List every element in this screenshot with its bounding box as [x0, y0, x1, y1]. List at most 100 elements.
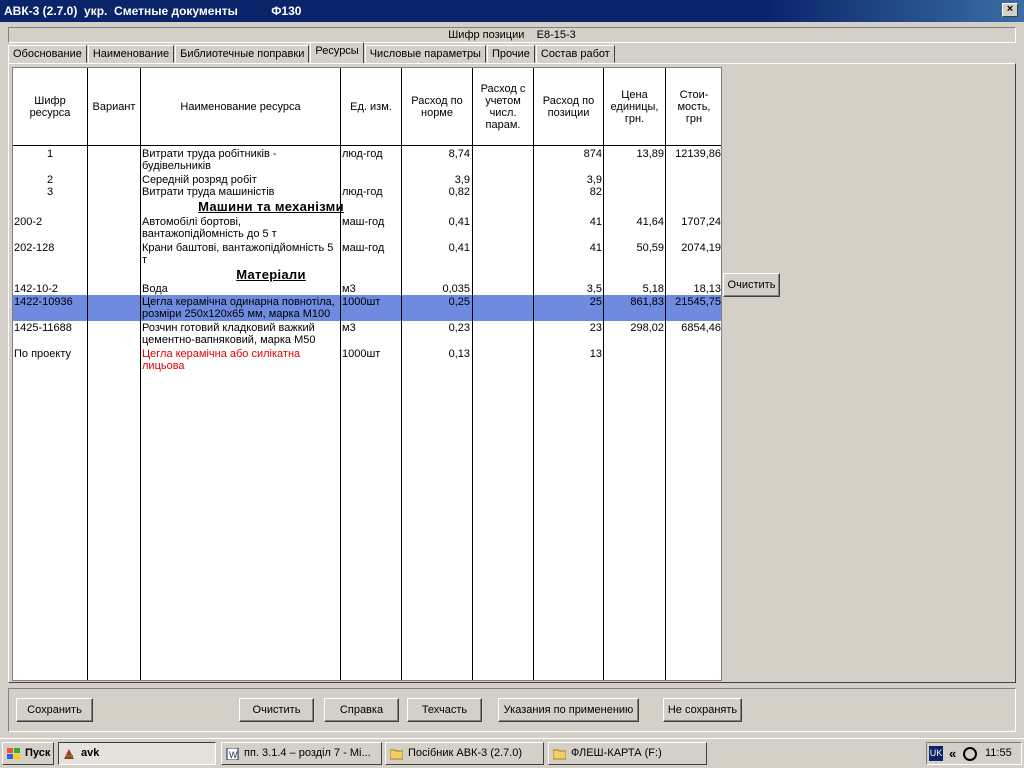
row-position: 13	[589, 348, 602, 360]
row-code: 1422-10936	[14, 296, 73, 308]
taskbar-item-label: пп. 3.1.4 – розділ 7 - Мі...	[244, 747, 371, 759]
table-row[interactable]: 200-2 Автомобілі бортові, вантажопідйомн…	[13, 216, 721, 240]
table-row[interactable]: 202-128 Крани баштові, вантажопідйомніст…	[13, 242, 721, 266]
title-bar: АВК-3 (2.7.0) укр. Сметные документы Ф13…	[0, 0, 1024, 22]
clear-row-button[interactable]: Очистить	[723, 273, 780, 297]
section-materials: Матеріали	[236, 267, 306, 282]
table-row-selected[interactable]: 1422-10936 Цегла керамічна одинарна повн…	[13, 296, 721, 320]
table-row[interactable]: 1425-11688 Розчин готовий кладковий важк…	[13, 322, 721, 346]
row-position: 3,9	[586, 174, 602, 186]
header-per-position[interactable]: Расход по позиции	[534, 68, 603, 146]
header-variant[interactable]: Вариант	[88, 68, 140, 146]
tab-justification[interactable]: Обоснование	[8, 45, 87, 63]
header-unit[interactable]: Ед. изм.	[341, 68, 401, 146]
row-name: Цегла керамічна або силікатна лицьова	[142, 348, 301, 372]
clock-time[interactable]: 11:55	[985, 743, 1012, 764]
row-code: 200-2	[14, 216, 43, 228]
tab-name[interactable]: Наименование	[87, 45, 175, 63]
save-button[interactable]: Сохранить	[16, 698, 93, 722]
start-button[interactable]: Пуск	[2, 742, 54, 765]
row-price: 50,59	[636, 242, 664, 254]
row-unit: маш-год	[342, 242, 385, 254]
tab-resources[interactable]: Ресурсы	[310, 42, 364, 63]
avk-app-icon	[63, 747, 76, 759]
help-button[interactable]: Справка	[324, 698, 399, 722]
word-document-icon: W	[226, 747, 239, 761]
row-price: 5,18	[642, 283, 664, 295]
header-norm[interactable]: Расход по норме	[402, 68, 472, 146]
row-code: 2	[46, 174, 54, 186]
row-code: 142-10-2	[14, 283, 59, 295]
position-code-value: Е8-15-3	[536, 29, 576, 41]
row-name: Крани баштові, вантажопідйомність 5 т	[142, 242, 334, 266]
row-unit: маш-год	[342, 216, 385, 228]
row-position: 82	[589, 186, 602, 198]
row-position: 41	[589, 242, 602, 254]
row-norm: 0,41	[448, 216, 470, 228]
row-unit: м3	[342, 283, 356, 295]
row-code: 202-128	[14, 242, 55, 254]
no-save-button[interactable]: Не сохранять	[663, 698, 742, 722]
row-norm: 0,035	[442, 283, 470, 295]
row-position: 25	[589, 296, 602, 308]
taskbar-item-avk[interactable]: avk	[58, 742, 216, 765]
table-row[interactable]: По проекту Цегла керамічна або силікатна…	[13, 348, 721, 372]
row-unit: 1000шт	[342, 348, 381, 360]
folder-icon	[389, 747, 404, 760]
header-cost[interactable]: Стои-мость, грн	[666, 68, 721, 146]
tab-strip: Обоснование Наименование Библиотечные по…	[8, 42, 616, 63]
tray-expand-chevron[interactable]: «	[949, 743, 956, 764]
row-unit: люд-год	[342, 148, 383, 160]
table-row[interactable]: 3 Витрати труда машиністів люд-год 0,82 …	[13, 186, 721, 198]
table-row[interactable]: 1 Витрати труда робітників - будівельник…	[13, 148, 721, 172]
row-code: 1425-11688	[14, 322, 72, 334]
start-label: Пуск	[25, 747, 51, 759]
row-name: Витрати труда робітників - будівельників	[142, 148, 277, 172]
row-name: Середній розряд робіт	[142, 174, 257, 186]
close-button[interactable]: ×	[1002, 3, 1018, 17]
row-norm: 0,23	[448, 322, 470, 334]
row-code: 1	[46, 148, 54, 160]
resource-grid[interactable]: Шифр ресурса Вариант Наименование ресурс…	[12, 67, 722, 681]
row-norm: 0,82	[448, 186, 470, 198]
header-with-params[interactable]: Расход с учетом числ. парам.	[473, 68, 533, 146]
row-price: 298,02	[630, 322, 664, 334]
position-code-label: Шифр позиции	[448, 29, 525, 41]
row-cost: 2074,19	[681, 242, 721, 254]
header-unit-price[interactable]: Цена единицы, грн.	[604, 68, 665, 146]
row-cost: 1707,24	[681, 216, 721, 228]
row-code: 3	[46, 186, 54, 198]
taskbar-item-label: ФЛЕШ-КАРТА (F:)	[571, 747, 662, 759]
table-row[interactable]: 142-10-2 Вода м3 0,035 3,5 5,18 18,13	[13, 283, 721, 295]
language-indicator[interactable]: UK	[929, 746, 943, 761]
row-norm: 0,41	[448, 242, 470, 254]
row-name: Цегла керамічна одинарна повнотіла, розм…	[142, 296, 335, 320]
techpart-button[interactable]: Техчасть	[407, 698, 482, 722]
tab-library-corrections[interactable]: Библиотечные поправки	[175, 45, 310, 63]
row-position: 23	[589, 322, 602, 334]
row-position: 41	[589, 216, 602, 228]
header-resource-name[interactable]: Наименование ресурса	[141, 68, 340, 146]
window-title: АВК-3 (2.7.0) укр. Сметные документы Ф13…	[4, 4, 302, 18]
instructions-button[interactable]: Указания по применению	[498, 698, 639, 722]
header-code[interactable]: Шифр ресурса	[13, 68, 87, 146]
row-price: 13,89	[636, 148, 664, 160]
folder-icon	[552, 747, 567, 760]
tab-other[interactable]: Прочие	[486, 45, 535, 63]
taskbar-item-label: Посібник АВК-3 (2.7.0)	[408, 747, 523, 759]
row-cost: 12139,86	[675, 148, 721, 160]
taskbar-item-flash-drive[interactable]: ФЛЕШ-КАРТА (F:)	[548, 742, 707, 765]
table-row[interactable]: 2 Середній розряд робіт 3,9 3,9	[13, 174, 721, 186]
row-name: Розчин готовий кладковий важкий цементно…	[142, 322, 316, 346]
clear-button[interactable]: Очистить	[239, 698, 314, 722]
taskbar-item-folder-guide[interactable]: Посібник АВК-3 (2.7.0)	[385, 742, 544, 765]
row-name: Витрати труда машиністів	[142, 186, 275, 198]
tab-numeric-params[interactable]: Числовые параметры	[364, 45, 486, 63]
row-name: Вода	[142, 283, 168, 295]
row-unit: м3	[342, 322, 356, 334]
row-price: 861,83	[630, 296, 664, 308]
tab-work-composition[interactable]: Состав работ	[535, 45, 615, 63]
taskbar-item-word[interactable]: W пп. 3.1.4 – розділ 7 - Мі...	[221, 742, 382, 765]
position-code-header: Шифр позиции Е8-15-3	[8, 27, 1016, 43]
row-norm: 0,25	[448, 296, 470, 308]
